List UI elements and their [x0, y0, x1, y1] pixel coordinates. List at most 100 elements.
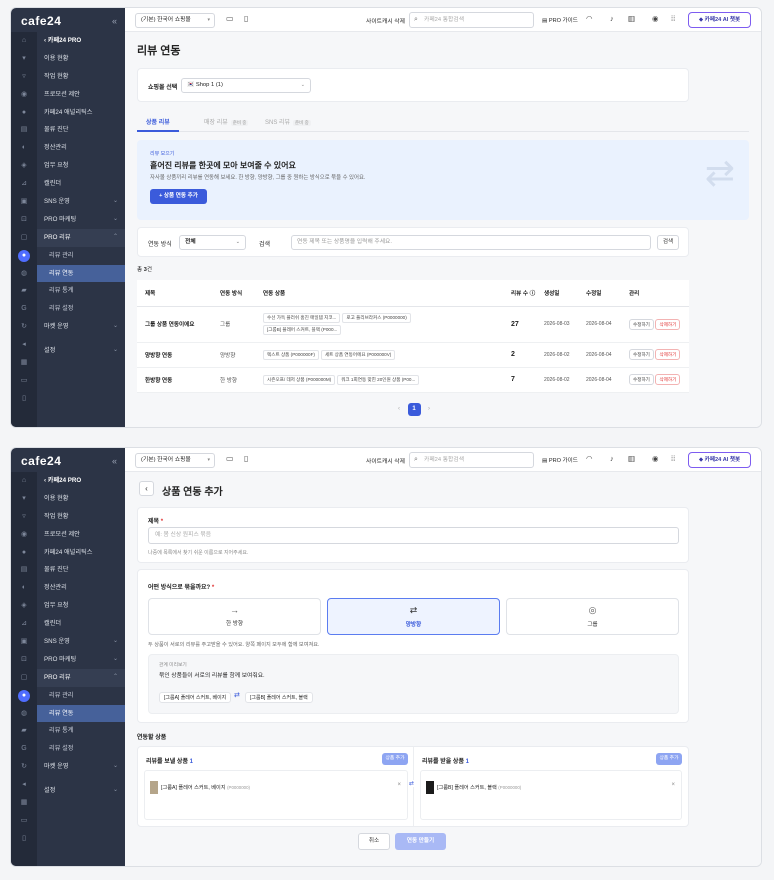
next-page-button[interactable]: ›: [422, 403, 435, 416]
plugin-icon[interactable]: ⊡: [11, 651, 37, 669]
mall-select[interactable]: (기본) 한국어 쇼핑몰 ▾: [135, 13, 215, 28]
filter-search-input[interactable]: 연동 제목 또는 상품명을 입력해 주세요.: [291, 235, 651, 250]
sidebar-item-analytics[interactable]: 카페24 애널리틱스: [37, 104, 125, 122]
trash-icon[interactable]: ▯: [11, 830, 37, 848]
shop-icon[interactable]: ▿: [11, 68, 37, 86]
cache-delete-button[interactable]: 사이트캐시 삭제: [366, 16, 405, 25]
truck-icon[interactable]: ▰: [11, 282, 37, 300]
sidebar-item-review-manage[interactable]: 리뷰 관리: [37, 687, 125, 705]
create-link-button[interactable]: 연동 만들기: [395, 833, 446, 850]
doc-icon[interactable]: ▢: [11, 229, 37, 247]
sidebar-item-review-manage[interactable]: 리뷰 관리: [37, 247, 125, 265]
apps-grid-icon[interactable]: ⁞⁞: [671, 14, 675, 23]
bell-icon[interactable]: ♪: [610, 14, 614, 23]
sidebar-item-pro-review[interactable]: PRO 리뷰 ⌃: [37, 228, 125, 247]
monitor-icon[interactable]: ▭: [226, 14, 234, 23]
method-option-two-way[interactable]: ⇄ 양방향: [327, 598, 500, 635]
page-button-current[interactable]: 1: [407, 403, 421, 416]
account-icon[interactable]: ◉: [652, 454, 659, 463]
board-icon[interactable]: ▤: [11, 561, 37, 579]
sidebar-item-sns[interactable]: SNS 운영 ⌄: [37, 193, 125, 211]
sidebar-item-settings[interactable]: 설정 ⌄: [37, 782, 125, 800]
sidebar-item-promotion[interactable]: 프로모션 제안: [37, 526, 125, 544]
store-icon[interactable]: ▥: [628, 14, 635, 23]
sidebar-item-calendar[interactable]: 캘린더: [37, 175, 125, 193]
google-icon[interactable]: G: [11, 740, 37, 758]
method-select[interactable]: 전체 ⌄: [179, 235, 246, 250]
delete-button[interactable]: 삭제하기: [655, 349, 681, 360]
sidebar-item-pro-review[interactable]: PRO 리뷰 ⌃: [37, 668, 125, 687]
mall-select[interactable]: (기본) 한국어 쇼핑몰 ▾: [135, 453, 215, 468]
google-icon[interactable]: G: [11, 300, 37, 318]
pro-guide-button[interactable]: ▤ PRO 가이드: [542, 16, 578, 24]
sync-icon[interactable]: ↻: [11, 318, 37, 336]
marketing-icon[interactable]: ◈: [11, 597, 37, 615]
tab-product-review[interactable]: 상품 리뷰: [146, 117, 170, 126]
sidebar-item-logistics[interactable]: 물류 진단: [37, 121, 125, 139]
truck-icon[interactable]: ▰: [11, 722, 37, 740]
sidebar-back[interactable]: ‹ 카페24 PRO: [37, 472, 125, 490]
sidebar-item-work[interactable]: 작업 현황: [37, 68, 125, 86]
home-icon[interactable]: ⌂: [11, 472, 37, 490]
global-search-input[interactable]: ⌕ 카페24 통합검색: [409, 12, 534, 28]
sidebar-item-settlement[interactable]: 정산관리: [37, 139, 125, 157]
palette-icon[interactable]: ◐: [11, 579, 37, 597]
title-input[interactable]: 예: 봄 신상 원피스 묶음: [148, 527, 679, 544]
marketing-icon[interactable]: ◈: [11, 157, 37, 175]
sidebar-item-analytics[interactable]: 카페24 애널리틱스: [37, 544, 125, 562]
method-option-one-way[interactable]: → 한 방향: [148, 598, 321, 635]
pro-icon[interactable]: ●: [11, 687, 37, 705]
chat-icon[interactable]: ●: [11, 544, 37, 562]
back-button[interactable]: ‹: [139, 481, 154, 496]
sidebar-item-review-link[interactable]: 리뷰 연동: [37, 704, 125, 723]
palette-icon[interactable]: ◐: [11, 139, 37, 157]
chat-icon[interactable]: ●: [11, 104, 37, 122]
send-add-product-button[interactable]: 상품 추가: [382, 753, 408, 765]
sidebar-item-logistics[interactable]: 물류 진단: [37, 561, 125, 579]
sidebar-item-review-settings[interactable]: 리뷰 설정: [37, 300, 125, 318]
stats-icon[interactable]: ⊿: [11, 615, 37, 633]
cart-icon[interactable]: ▾: [11, 490, 37, 508]
tab-store-review[interactable]: 매장 리뷰 준비 중: [204, 117, 249, 126]
table-row[interactable]: 그룹 상품 연동이에요 그룹 수선 가득 플러쉬 홈진 매일템 지코... 로고 …: [137, 306, 689, 343]
home-icon[interactable]: ⌂: [11, 32, 37, 50]
calendar-icon[interactable]: ▦: [11, 354, 37, 372]
user-icon[interactable]: ◉: [11, 86, 37, 104]
delete-button[interactable]: 삭제하기: [655, 318, 681, 330]
apps-icon[interactable]: ▣: [11, 193, 37, 211]
sidebar-item-sns[interactable]: SNS 운영 ⌄: [37, 633, 125, 651]
megaphone-icon[interactable]: ◂: [11, 776, 37, 794]
global-search-input[interactable]: ⌕ 카페24 통합검색: [409, 452, 534, 468]
plugin-icon[interactable]: ⊡: [11, 211, 37, 229]
delete-button[interactable]: 삭제하기: [655, 374, 681, 385]
monitor-icon[interactable]: ▭: [226, 454, 234, 463]
collapse-sidebar-button[interactable]: «: [112, 456, 117, 466]
remove-product-icon[interactable]: ×: [397, 782, 401, 788]
calendar-icon[interactable]: ▦: [11, 794, 37, 812]
sidebar-item-usage[interactable]: 이용 현황: [37, 50, 125, 68]
ai-chatbot-button[interactable]: ◆ 카페24 AI 챗봇: [688, 12, 751, 28]
user-icon[interactable]: ◉: [11, 526, 37, 544]
sidebar-item-review-settings[interactable]: 리뷰 설정: [37, 740, 125, 758]
apps-grid-icon[interactable]: ⁞⁞: [671, 454, 675, 463]
sidebar-item-review-link[interactable]: 리뷰 연동: [37, 264, 125, 283]
sync-icon[interactable]: ↻: [11, 758, 37, 776]
cart-icon[interactable]: ▾: [11, 50, 37, 68]
sidebar-back[interactable]: ‹ 카페24 PRO: [37, 32, 125, 50]
table-row[interactable]: 양방향 연동 양방향 렉스트 상품 (P000000F) 세트 상품 연동어에요 …: [137, 342, 689, 368]
method-option-group[interactable]: ◎ 그룹: [506, 598, 679, 635]
sidebar-item-pro-marketing[interactable]: PRO 마케팅 ⌄: [37, 651, 125, 669]
collapse-sidebar-button[interactable]: «: [112, 16, 117, 26]
pro-guide-button[interactable]: ▤ PRO 가이드: [542, 456, 578, 464]
sidebar-item-settings[interactable]: 설정 ⌄: [37, 342, 125, 360]
shop-select[interactable]: 🇰🇷 Shop 1 (1) ⌄: [181, 78, 311, 93]
trash-icon[interactable]: ▯: [11, 390, 37, 408]
stats-icon[interactable]: ⊿: [11, 175, 37, 193]
sidebar-item-promotion[interactable]: 프로모션 제안: [37, 86, 125, 104]
sidebar-item-market[interactable]: 마켓 운영 ⌄: [37, 758, 125, 776]
sidebar-item-pro-marketing[interactable]: PRO 마케팅 ⌄: [37, 211, 125, 229]
remove-product-icon[interactable]: ×: [671, 782, 675, 788]
globe-icon[interactable]: ◍: [11, 265, 37, 283]
edit-button[interactable]: 수정하기: [629, 318, 654, 330]
apps-icon[interactable]: ▣: [11, 633, 37, 651]
